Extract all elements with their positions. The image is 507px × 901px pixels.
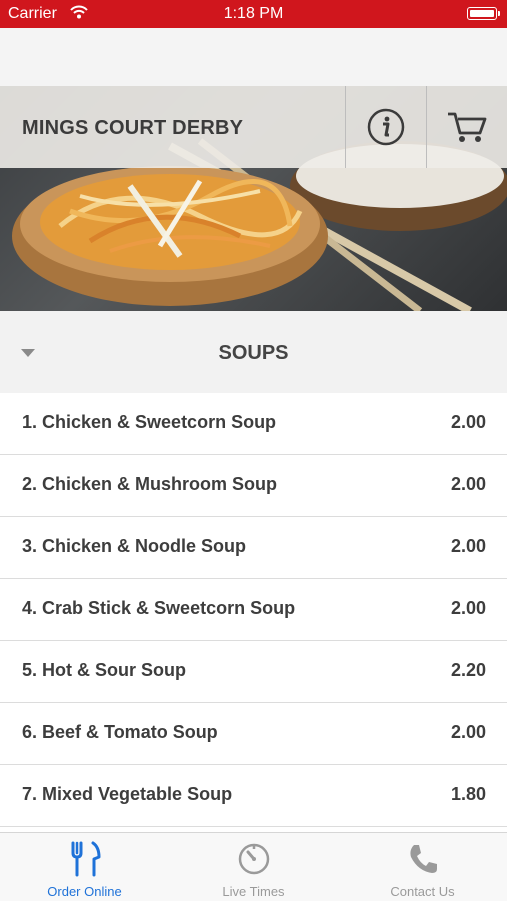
battery-icon [467, 7, 500, 20]
restaurant-title: MINGS COURT DERBY [22, 117, 244, 139]
menu-item[interactable]: 5. Hot & Sour Soup 2.20 [0, 641, 507, 703]
menu-item[interactable]: 4. Crab Stick & Sweetcorn Soup 2.00 [0, 579, 507, 641]
menu-list: 1. Chicken & Sweetcorn Soup 2.00 2. Chic… [0, 393, 507, 827]
tab-label: Live Times [222, 884, 285, 899]
menu-item-name: 2. Chicken & Mushroom Soup [22, 474, 278, 494]
menu-item-price: 2.00 [450, 474, 486, 494]
menu-item-price: 2.00 [450, 722, 486, 742]
cart-button[interactable] [427, 86, 507, 168]
tab-label: Order Online [47, 884, 122, 899]
menu-item[interactable]: 6. Beef & Tomato Soup 2.00 [0, 703, 507, 765]
header-bar: MINGS COURT DERBY [0, 86, 507, 168]
menu-item-price: 1.80 [450, 784, 486, 804]
menu-item-name: 6. Beef & Tomato Soup [22, 722, 218, 742]
tab-bar: Order Online Live Times Contact Us [0, 832, 507, 901]
status-bar: Carrier 1:18 PM [0, 0, 507, 28]
menu-item[interactable]: 7. Mixed Vegetable Soup 1.80 [0, 765, 507, 827]
menu-item-name: 5. Hot & Sour Soup [22, 660, 186, 680]
menu-item-price: 2.00 [450, 598, 486, 618]
category-title: SOUPS [218, 342, 289, 364]
menu-item[interactable]: 2. Chicken & Mushroom Soup 2.00 [0, 455, 507, 517]
menu-item-price: 2.00 [450, 412, 486, 432]
menu-item[interactable]: 3. Chicken & Noodle Soup 2.00 [0, 517, 507, 579]
status-time: 1:18 PM [223, 5, 284, 22]
info-button[interactable] [346, 86, 426, 168]
cart-icon [448, 112, 487, 142]
menu-item-name: 4. Crab Stick & Sweetcorn Soup [22, 598, 296, 618]
tab-label: Contact Us [390, 884, 455, 899]
menu-item-name: 3. Chicken & Noodle Soup [22, 536, 247, 556]
menu-item[interactable]: 1. Chicken & Sweetcorn Soup 2.00 [0, 393, 507, 455]
menu-item-price: 2.20 [450, 660, 486, 680]
hero-banner: MINGS COURT DERBY [0, 86, 507, 311]
fork-knife-icon [0, 841, 169, 877]
tab-live-times[interactable]: Live Times [169, 833, 338, 901]
menu-item-name: 7. Mixed Vegetable Soup [22, 784, 233, 804]
menu-item-price: 2.00 [450, 536, 486, 556]
tab-contact-us[interactable]: Contact Us [338, 833, 507, 901]
timer-icon [169, 841, 338, 877]
info-icon [367, 108, 405, 146]
nav-bar [0, 28, 507, 86]
tab-order-online[interactable]: Order Online [0, 833, 169, 901]
category-header-soups[interactable]: SOUPS [0, 311, 507, 393]
menu-item-name: 1. Chicken & Sweetcorn Soup [22, 412, 277, 432]
phone-icon [338, 841, 507, 877]
